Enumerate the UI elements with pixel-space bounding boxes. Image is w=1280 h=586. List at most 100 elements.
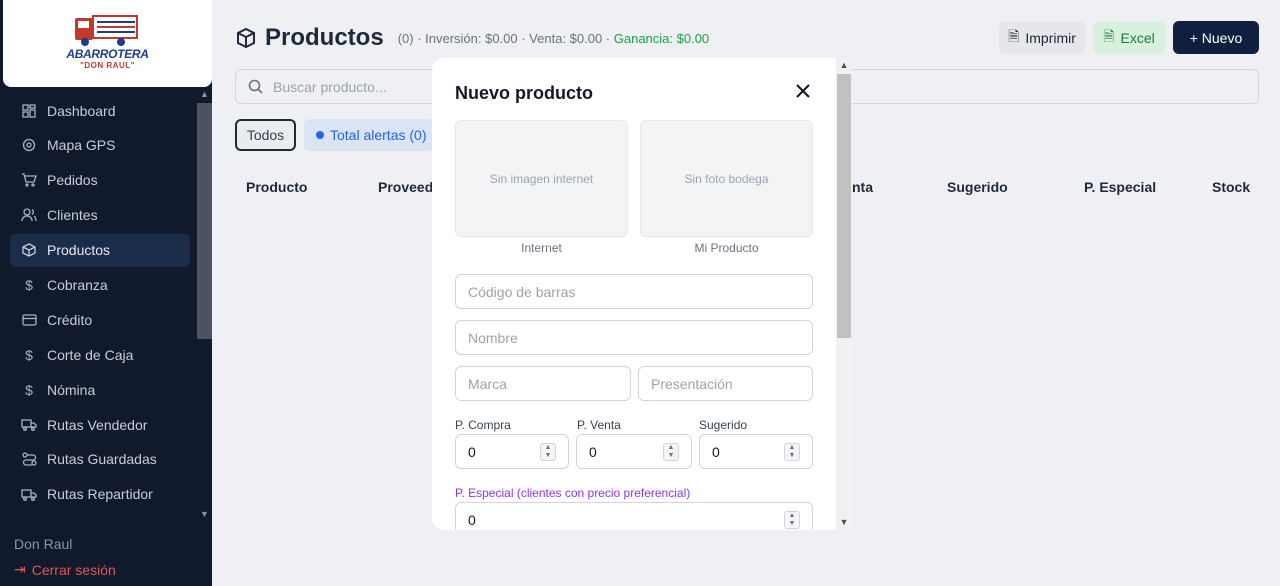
brand-subtitle: "DON RAUL" <box>80 61 135 70</box>
column-header-sugerido[interactable]: Sugerido <box>947 179 1008 195</box>
sidebar-item-label: Rutas Guardadas <box>47 451 157 468</box>
modal-scrollbar[interactable]: ▲ ▼ <box>836 58 852 530</box>
column-header-producto[interactable]: Producto <box>246 179 307 195</box>
sidebar: ABARROTERA "DON RAUL" Dashboard Mapa GPS… <box>0 0 212 586</box>
internet-image-placeholder[interactable]: Sin imagen internet <box>455 120 628 237</box>
column-header-stock[interactable]: Stock <box>1212 179 1250 195</box>
p-especial-label: P. Especial (clientes con precio prefere… <box>455 486 691 500</box>
p-especial-input[interactable]: 0 ▲ ▼ <box>455 502 813 530</box>
column-header-proveedor[interactable]: Proveed <box>378 179 433 195</box>
scrollbar-thumb[interactable] <box>837 74 851 338</box>
dashboard-icon <box>21 103 37 119</box>
print-button[interactable]: 🗎 Imprimir <box>999 21 1085 54</box>
p-compra-label: P. Compra <box>455 418 511 432</box>
print-icon: 🗎 <box>1008 27 1020 44</box>
sidebar-item-label: Crédito <box>47 311 93 328</box>
column-header-especial[interactable]: P. Especial <box>1084 179 1156 195</box>
sugerido-value: 0 <box>712 443 720 460</box>
gain-text: Ganancia: $0.00 <box>613 30 710 46</box>
sidebar-item-mapa-gps[interactable]: Mapa GPS <box>10 129 190 162</box>
bodega-image-placeholder[interactable]: Sin foto bodega <box>640 120 813 237</box>
sidebar-item-label: Cobranza <box>47 276 108 293</box>
sidebar-scrollbar[interactable]: ▲ ▼ <box>197 87 212 521</box>
users-icon <box>21 207 37 223</box>
filter-all-button[interactable]: Todos <box>235 119 296 151</box>
search-icon <box>248 79 263 94</box>
scroll-down-icon[interactable]: ▼ <box>836 515 852 530</box>
filter-alerts-button[interactable]: Total alertas (0) <box>304 119 434 151</box>
scroll-down-icon[interactable]: ▼ <box>197 507 212 521</box>
sidebar-item-pedidos[interactable]: Pedidos <box>10 164 190 197</box>
dollar-icon: $ <box>25 276 33 293</box>
p-compra-value: 0 <box>468 443 476 460</box>
brand-name: ABARROTERA <box>66 47 149 61</box>
p-venta-value: 0 <box>589 443 597 460</box>
logout-icon: ⇥ <box>14 561 26 577</box>
sidebar-item-credito[interactable]: Crédito <box>10 303 190 336</box>
box-icon <box>237 27 255 49</box>
number-stepper-icon[interactable]: ▲ ▼ <box>663 443 679 461</box>
number-stepper-icon[interactable]: ▲ ▼ <box>540 443 556 461</box>
brand-field[interactable]: Marca <box>455 366 631 401</box>
presentation-field[interactable]: Presentación <box>638 366 813 401</box>
new-product-button[interactable]: + Nuevo <box>1173 21 1259 54</box>
sidebar-item-dashboard[interactable]: Dashboard <box>10 94 190 127</box>
map-pin-icon <box>21 137 37 153</box>
cart-icon <box>21 172 37 188</box>
close-icon[interactable] <box>794 82 812 100</box>
sidebar-item-nomina[interactable]: $ Nómina <box>10 373 190 406</box>
sidebar-item-rutas-guardadas[interactable]: Rutas Guardadas <box>10 443 190 476</box>
barcode-field[interactable]: Código de barras <box>455 274 813 309</box>
name-field[interactable]: Nombre <box>455 320 813 355</box>
excel-label: Excel <box>1120 29 1155 46</box>
sidebar-item-label: Mapa GPS <box>47 137 116 154</box>
sidebar-item-label: Rutas Repartidor <box>47 486 153 503</box>
route-icon <box>21 451 37 467</box>
sidebar-item-label: Corte de Caja <box>47 346 134 363</box>
credit-card-icon <box>21 312 37 328</box>
new-product-modal: Nuevo producto Sin imagen internet Sin f… <box>432 58 852 530</box>
sugerido-label: Sugerido <box>699 418 748 432</box>
scroll-up-icon[interactable]: ▲ <box>836 58 852 73</box>
sidebar-nav: Dashboard Mapa GPS Pedidos Clientes Prod… <box>10 94 190 513</box>
sidebar-item-rutas-vendedor[interactable]: Rutas Vendedor <box>10 408 190 441</box>
p-compra-input[interactable]: 0 ▲ ▼ <box>455 434 569 469</box>
sidebar-item-clientes[interactable]: Clientes <box>10 199 190 232</box>
user-name: Don Raul <box>14 536 73 552</box>
page-title: Productos <box>265 24 384 51</box>
spreadsheet-icon: 🗎 <box>1103 27 1115 44</box>
logout-label: Cerrar sesión <box>31 561 116 578</box>
box-icon <box>21 242 37 258</box>
number-stepper-icon[interactable]: ▲ ▼ <box>784 511 800 529</box>
dollar-icon: $ <box>25 381 33 398</box>
scroll-up-icon[interactable]: ▲ <box>197 87 212 101</box>
number-stepper-icon[interactable]: ▲ ▼ <box>784 443 800 461</box>
sugerido-input[interactable]: 0 ▲ ▼ <box>699 434 813 469</box>
page-header: Productos (0) · Inversión: $0.00 · Venta… <box>235 24 709 52</box>
p-venta-label: P. Venta <box>577 418 621 432</box>
sidebar-item-cobranza[interactable]: $ Cobranza <box>10 268 190 301</box>
sidebar-item-label: Clientes <box>47 207 98 224</box>
sidebar-item-label: Dashboard <box>47 102 116 119</box>
sidebar-item-label: Pedidos <box>47 172 98 189</box>
print-label: Imprimir <box>1025 29 1076 46</box>
truck-logo-icon <box>75 15 138 46</box>
excel-button[interactable]: 🗎 Excel <box>1093 21 1165 54</box>
p-venta-input[interactable]: 0 ▲ ▼ <box>576 434 692 469</box>
bodega-image-caption: Mi Producto <box>694 241 759 255</box>
sidebar-item-label: Rutas Vendedor <box>47 416 148 433</box>
internet-image-caption: Internet <box>521 241 562 255</box>
product-stats: (0) · Inversión: $0.00 · Venta: $0.00 · … <box>398 31 709 46</box>
truck-icon <box>21 417 37 433</box>
sidebar-item-label: Nómina <box>47 381 96 398</box>
sidebar-item-productos[interactable]: Productos <box>10 233 190 267</box>
sidebar-item-rutas-repartidor[interactable]: Rutas Repartidor <box>10 478 190 511</box>
logout-button[interactable]: ⇥ Cerrar sesión <box>14 561 116 578</box>
scrollbar-thumb[interactable] <box>197 103 212 339</box>
search-placeholder: Buscar producto... <box>273 78 387 95</box>
dollar-icon: $ <box>25 346 33 363</box>
modal-title: Nuevo producto <box>455 83 593 103</box>
sidebar-item-corte-de-caja[interactable]: $ Corte de Caja <box>10 338 190 371</box>
stats-text: (0) · Inversión: $0.00 · Venta: $0.00 · <box>397 30 614 46</box>
column-header-venta[interactable]: nta <box>852 179 873 195</box>
